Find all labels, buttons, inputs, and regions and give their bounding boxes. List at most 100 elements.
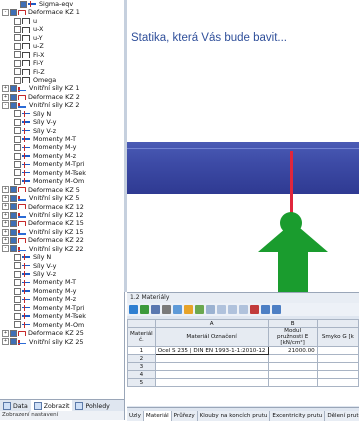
column-header-elastic-modulus[interactable]: Modul pružnosti E [kN/cm²] bbox=[267, 327, 318, 347]
checkbox-icon[interactable] bbox=[14, 51, 21, 59]
tree-item[interactable]: - Vnitřní síly KZ 22 bbox=[0, 245, 124, 253]
tree-item[interactable]: Momenty M-z bbox=[0, 152, 124, 160]
material-name-cell[interactable] bbox=[154, 354, 269, 363]
tree-item[interactable]: - Deformace KZ 1 bbox=[0, 8, 124, 16]
expand-icon[interactable]: + bbox=[2, 85, 9, 93]
expand-icon[interactable]: + bbox=[2, 228, 9, 236]
table-row[interactable]: 3 bbox=[127, 362, 359, 371]
checkbox-icon[interactable] bbox=[14, 17, 21, 25]
tree-item[interactable]: Momenty M-y bbox=[0, 143, 124, 151]
checkbox-icon[interactable] bbox=[14, 270, 21, 278]
checkbox-icon[interactable] bbox=[10, 101, 17, 109]
tree-item[interactable]: + Vnitřní síly KZ 1 bbox=[0, 84, 124, 92]
material-name-cell[interactable] bbox=[154, 378, 269, 387]
tree-item[interactable]: Momenty M-Tsek bbox=[0, 312, 124, 320]
checkbox-icon[interactable] bbox=[14, 287, 21, 295]
table-row[interactable]: 2 bbox=[127, 354, 359, 363]
elastic-modulus-cell[interactable] bbox=[267, 354, 318, 363]
collapse-icon[interactable]: - bbox=[2, 245, 9, 253]
material-number-cell[interactable]: 1 bbox=[127, 346, 156, 355]
elastic-modulus-cell[interactable] bbox=[267, 362, 318, 371]
tree-item[interactable]: u-Z bbox=[0, 42, 124, 50]
table-row[interactable]: 4 bbox=[127, 370, 359, 379]
tree-item[interactable]: Síly V-y bbox=[0, 262, 124, 270]
tree-item[interactable]: + Vnitřní síly KZ 5 bbox=[0, 194, 124, 202]
column-header-material-name[interactable]: Materiál Označení bbox=[154, 327, 269, 347]
checkbox-icon[interactable] bbox=[14, 253, 21, 261]
checkbox-icon[interactable] bbox=[14, 279, 21, 287]
expand-icon[interactable]: + bbox=[2, 194, 9, 202]
column-header-shear-modulus[interactable]: Smyko G [k bbox=[316, 327, 359, 347]
material-name-cell[interactable] bbox=[154, 370, 269, 379]
graphics-window[interactable]: Statika, která Vás bude bavit... bbox=[127, 0, 359, 292]
tree-item[interactable]: Sigma-eqv bbox=[0, 0, 124, 8]
move-icon[interactable] bbox=[272, 305, 281, 314]
checkbox-icon[interactable] bbox=[14, 144, 21, 152]
tree-item[interactable]: Fi-Y bbox=[0, 59, 124, 67]
checkbox-icon[interactable] bbox=[14, 127, 21, 135]
tree-item[interactable]: Fi-Z bbox=[0, 68, 124, 76]
material-number-cell[interactable]: 4 bbox=[127, 370, 156, 379]
expand-icon[interactable]: + bbox=[2, 186, 9, 194]
checkbox-icon[interactable] bbox=[10, 245, 17, 253]
tree-item[interactable]: + Deformace KZ 12 bbox=[0, 203, 124, 211]
checkbox-icon[interactable] bbox=[14, 262, 21, 270]
checkbox-icon[interactable] bbox=[14, 152, 21, 160]
tree-item[interactable]: + Deformace KZ 2 bbox=[0, 93, 124, 101]
print-icon[interactable] bbox=[162, 305, 171, 314]
edit-icon[interactable] bbox=[195, 305, 204, 314]
checkbox-icon[interactable] bbox=[14, 110, 21, 118]
checkbox-icon[interactable] bbox=[10, 9, 17, 17]
material-library-icon[interactable] bbox=[184, 305, 193, 314]
tree-item[interactable]: Momenty M-T bbox=[0, 135, 124, 143]
checkbox-icon[interactable] bbox=[14, 26, 21, 34]
tree-item[interactable]: Momenty M-Om bbox=[0, 321, 124, 329]
checkbox-icon[interactable] bbox=[20, 0, 27, 8]
checkbox-icon[interactable] bbox=[14, 42, 21, 50]
open-icon[interactable] bbox=[129, 305, 138, 314]
tree-item[interactable]: Fi-X bbox=[0, 51, 124, 59]
tree-item[interactable]: Síly V-z bbox=[0, 270, 124, 278]
column-header-material-number[interactable]: Materiál č. bbox=[127, 327, 156, 347]
delete-row-icon[interactable] bbox=[250, 305, 259, 314]
previous-icon[interactable] bbox=[217, 305, 226, 314]
material-number-cell[interactable]: 5 bbox=[127, 378, 156, 387]
expand-icon[interactable]: + bbox=[2, 338, 9, 346]
checkbox-icon[interactable] bbox=[10, 203, 17, 211]
table-row[interactable]: 5 bbox=[127, 378, 359, 387]
tree-item[interactable]: Síly V-y bbox=[0, 118, 124, 126]
checkbox-icon[interactable] bbox=[10, 220, 17, 228]
collapse-icon[interactable]: - bbox=[2, 101, 9, 109]
tree-item[interactable]: Síly N bbox=[0, 253, 124, 261]
checkbox-icon[interactable] bbox=[10, 236, 17, 244]
checkbox-icon[interactable] bbox=[14, 296, 21, 304]
view-icon[interactable] bbox=[206, 305, 215, 314]
insert-row-icon[interactable] bbox=[261, 305, 270, 314]
checkbox-icon[interactable] bbox=[10, 228, 17, 236]
filter-icon[interactable] bbox=[173, 305, 182, 314]
tree-item[interactable]: - Vnitřní síly KZ 2 bbox=[0, 101, 124, 109]
expand-icon[interactable]: + bbox=[2, 93, 9, 101]
tree-item[interactable]: Omega bbox=[0, 76, 124, 84]
shear-modulus-cell[interactable] bbox=[316, 378, 359, 387]
tree-item[interactable]: + Deformace KZ 25 bbox=[0, 329, 124, 337]
checkbox-icon[interactable] bbox=[14, 321, 21, 329]
collapse-icon[interactable]: - bbox=[2, 9, 9, 17]
checkbox-icon[interactable] bbox=[10, 211, 17, 219]
checkbox-icon[interactable] bbox=[14, 161, 21, 169]
checkbox-icon[interactable] bbox=[14, 68, 21, 76]
export-icon[interactable] bbox=[151, 305, 160, 314]
expand-icon[interactable]: + bbox=[2, 211, 9, 219]
checkbox-icon[interactable] bbox=[10, 93, 17, 101]
checkbox-icon[interactable] bbox=[10, 186, 17, 194]
expand-icon[interactable]: + bbox=[2, 203, 9, 211]
checkbox-icon[interactable] bbox=[14, 118, 21, 126]
tree-item[interactable]: Momenty M-y bbox=[0, 287, 124, 295]
checkbox-icon[interactable] bbox=[10, 194, 17, 202]
shear-modulus-cell[interactable] bbox=[316, 370, 359, 379]
next-icon[interactable] bbox=[228, 305, 237, 314]
expand-icon[interactable]: + bbox=[2, 329, 9, 337]
tree-item[interactable]: Síly N bbox=[0, 110, 124, 118]
table-icon[interactable] bbox=[140, 305, 149, 314]
tree-item[interactable]: u-Y bbox=[0, 34, 124, 42]
